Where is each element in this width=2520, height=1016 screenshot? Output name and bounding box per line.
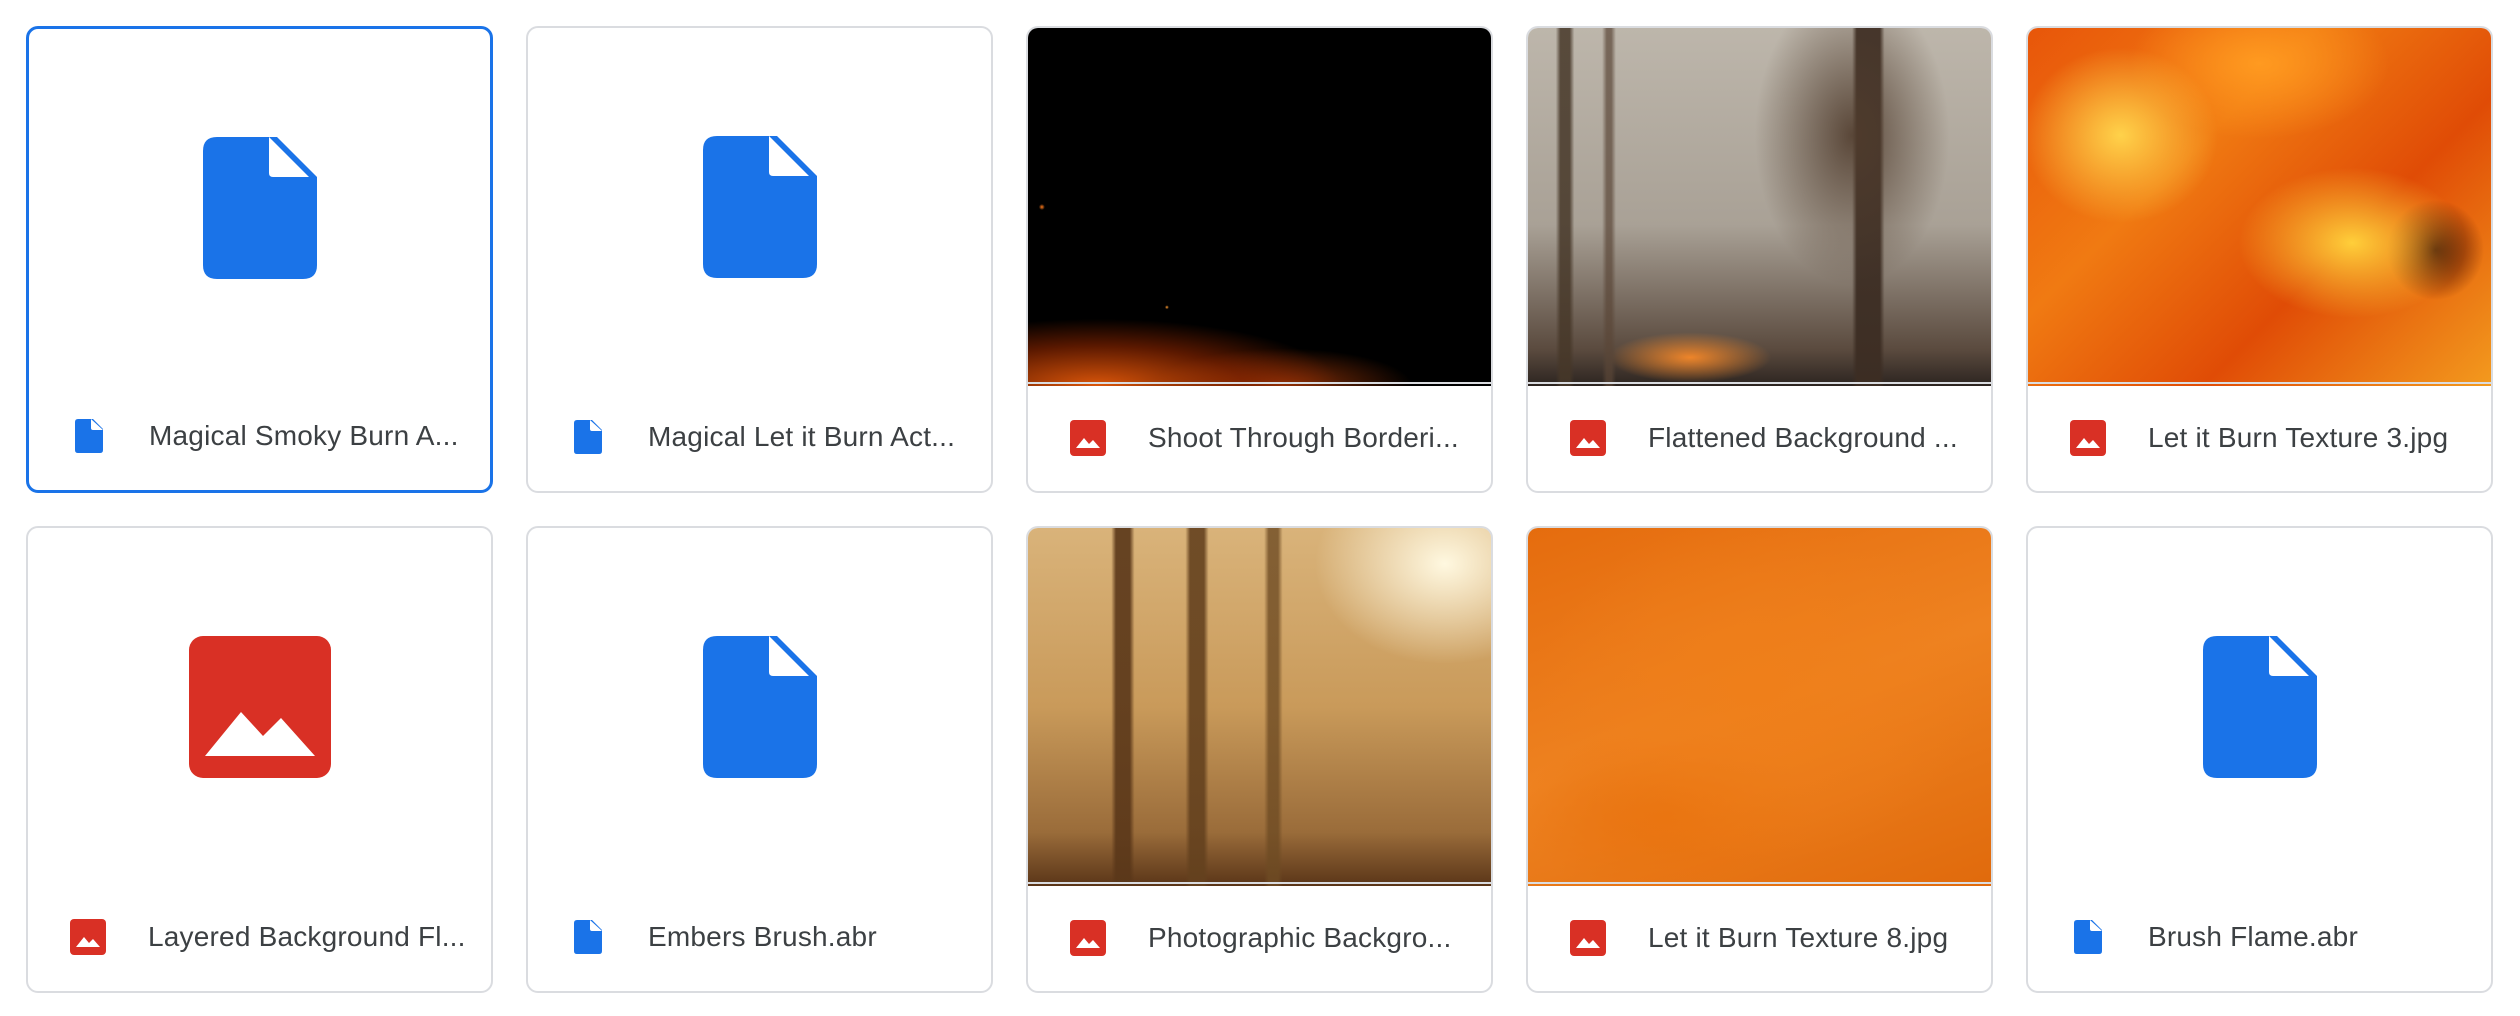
document-icon	[2202, 636, 2317, 778]
file-name: Let it Burn Texture 8.jpg	[1648, 921, 1949, 953]
file-thumbnail	[1028, 28, 1491, 386]
file-footer: Layered Background Fl...	[28, 882, 491, 991]
file-footer: Let it Burn Texture 3.jpg	[2028, 382, 2491, 491]
file-name: Layered Background Fl...	[148, 920, 466, 952]
file-thumbnail	[1528, 528, 1991, 886]
file-thumbnail	[29, 29, 490, 387]
file-name: Brush Flame.abr	[2148, 920, 2358, 952]
file-grid: Magical Smoky Burn A... Magical Let it B…	[26, 26, 2493, 993]
file-thumbnail	[2028, 528, 2491, 886]
file-footer: Flattened Background ...	[1528, 382, 1991, 491]
file-card[interactable]: Magical Smoky Burn A...	[26, 26, 493, 493]
document-icon	[570, 919, 606, 955]
document-icon	[570, 419, 606, 455]
image-icon	[1070, 419, 1106, 456]
file-name: Magical Smoky Burn A...	[149, 419, 459, 451]
file-card[interactable]: Layered Background Fl...	[26, 526, 493, 993]
photo-black-with-embers	[1028, 28, 1491, 386]
file-footer: Magical Smoky Burn A...	[29, 381, 490, 490]
file-card[interactable]: Photographic Backgro...	[1026, 526, 1493, 993]
file-name: Let it Burn Texture 3.jpg	[2148, 421, 2449, 453]
photo-orange-texture	[1528, 528, 1991, 886]
file-footer: Photographic Backgro...	[1028, 882, 1491, 991]
image-icon	[1070, 919, 1106, 956]
file-footer: Let it Burn Texture 8.jpg	[1528, 882, 1991, 991]
file-footer: Brush Flame.abr	[2028, 882, 2491, 991]
file-thumbnail	[1028, 528, 1491, 886]
photo-smoky-forest-fire	[1528, 28, 1991, 386]
file-thumbnail	[28, 528, 491, 886]
file-footer: Shoot Through Borderi...	[1028, 382, 1491, 491]
file-card[interactable]: Flattened Background ...	[1526, 26, 1993, 493]
file-footer: Magical Let it Burn Act...	[528, 382, 991, 491]
image-icon	[1570, 919, 1606, 956]
photo-flames	[2028, 28, 2491, 386]
file-thumbnail	[528, 528, 991, 886]
file-card[interactable]: Let it Burn Texture 3.jpg	[2026, 26, 2493, 493]
file-card[interactable]: Magical Let it Burn Act...	[526, 26, 993, 493]
file-name: Magical Let it Burn Act...	[648, 420, 956, 452]
document-icon	[702, 136, 817, 278]
file-name: Embers Brush.abr	[648, 920, 877, 952]
document-icon	[202, 137, 317, 279]
image-icon	[1570, 419, 1606, 456]
file-card[interactable]: Brush Flame.abr	[2026, 526, 2493, 993]
file-card[interactable]: Embers Brush.abr	[526, 526, 993, 993]
file-footer: Embers Brush.abr	[528, 882, 991, 991]
file-name: Shoot Through Borderi...	[1148, 421, 1459, 453]
file-thumbnail	[1528, 28, 1991, 386]
file-name: Photographic Backgro...	[1148, 921, 1452, 953]
image-icon	[188, 636, 331, 778]
file-card[interactable]: Shoot Through Borderi...	[1026, 26, 1493, 493]
image-icon	[2070, 419, 2106, 456]
photo-sunlit-forest-fire	[1028, 528, 1491, 886]
file-name: Flattened Background ...	[1648, 421, 1958, 453]
document-icon	[702, 636, 817, 778]
file-card[interactable]: Let it Burn Texture 8.jpg	[1526, 526, 1993, 993]
file-thumbnail	[2028, 28, 2491, 386]
document-icon	[71, 418, 107, 454]
file-thumbnail	[528, 28, 991, 386]
document-icon	[2070, 919, 2106, 955]
image-icon	[70, 918, 106, 955]
